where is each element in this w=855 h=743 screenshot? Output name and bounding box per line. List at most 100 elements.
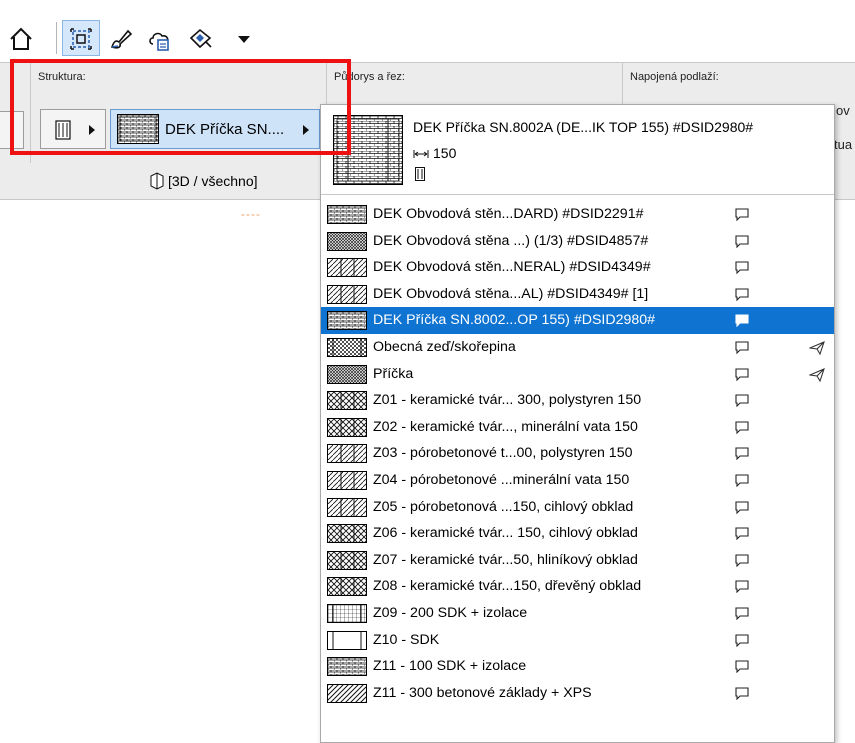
structure-list-item[interactable]: DEK Obvodová stěna...AL) #DSID4349# [1] [321, 281, 834, 308]
dash-marker: ---- [241, 207, 261, 221]
structure-item-label: Z10 - SDK [373, 631, 440, 648]
comment-icon[interactable] [735, 235, 749, 248]
structure-swatch-icon [327, 603, 367, 623]
structure-item-label: Z05 - pórobetonová ...150, cihlový obkla… [373, 498, 634, 515]
comment-icon[interactable] [735, 314, 749, 328]
structure-item-label: Z11 - 100 SDK + izolace [373, 658, 527, 675]
structure-item-label: Z07 - keramické tvár...50, hliníkový obk… [373, 551, 638, 568]
structure-list-item[interactable]: Obecná zeď/skořepina [321, 334, 834, 361]
top-toolbar [0, 0, 855, 62]
structure-item-label: Z06 - keramické tvár... 150, cihlový obk… [373, 525, 638, 542]
structure-list-item[interactable]: Z06 - keramické tvár... 150, cihlový obk… [321, 520, 834, 547]
pin-icon[interactable] [809, 340, 825, 355]
structure-list-item[interactable]: Z03 - pórobetonové t...00, polystyren 15… [321, 440, 834, 467]
structure-list-item[interactable]: Z09 - 200 SDK + izolace [321, 600, 834, 627]
structure-swatch-icon [327, 337, 367, 357]
comment-icon[interactable] [735, 447, 749, 461]
column-divider [30, 63, 31, 163]
structure-swatch-icon [327, 550, 367, 570]
structure-list-item[interactable]: Z07 - keramické tvár...50, hliníkový obk… [321, 547, 834, 574]
layer-diamond-icon[interactable] [188, 26, 214, 52]
structure-swatch-icon [327, 470, 367, 490]
structure-swatch-icon [327, 444, 367, 464]
pudorys-label: Půdorys a řez: [334, 71, 405, 83]
structure-swatch-icon [327, 231, 367, 251]
comment-icon[interactable] [735, 607, 749, 620]
selected-structure-label: DEK Příčka SN.... [165, 121, 285, 138]
pin-icon[interactable] [809, 367, 825, 382]
structure-item-label: Z03 - pórobetonové t...00, polystyren 15… [373, 445, 633, 462]
chevron-right-icon [89, 125, 95, 135]
structure-swatch-icon [327, 258, 367, 278]
structure-item-label: DEK Obvodová stěn...DARD) #DSID2291# [373, 206, 644, 222]
comment-icon[interactable] [735, 261, 749, 275]
comment-icon[interactable] [735, 288, 749, 301]
structure-item-label: Z01 - keramické tvár... 300, polystyren … [373, 392, 642, 409]
dropdown-title: DEK Příčka SN.8002A (DE...IK TOP 155) #D… [413, 119, 754, 135]
structure-swatch-icon [327, 657, 367, 677]
napojena-label: Napojená podlaží: [630, 71, 719, 83]
wall-type-button[interactable] [40, 109, 106, 149]
structure-list-item[interactable]: Z05 - pórobetonová ...150, cihlový obkla… [321, 494, 834, 521]
structure-swatch-icon [327, 524, 367, 544]
structure-item-label: Z04 - pórobetonové ...minerální vata 150 [373, 471, 630, 488]
structure-item-label: Příčka [373, 365, 414, 382]
selection-frame-icon[interactable] [68, 26, 94, 52]
structure-list-item[interactable]: Z11 - 100 SDK + izolace [321, 653, 834, 680]
dropdown-header: DEK Příčka SN.8002A (DE...IK TOP 155) #D… [321, 105, 834, 195]
brush-icon[interactable] [108, 26, 134, 52]
comment-icon[interactable] [735, 580, 749, 594]
structure-swatch-icon [327, 417, 367, 437]
comment-icon[interactable] [735, 660, 749, 674]
structure-list-item[interactable]: Příčka [321, 361, 834, 388]
structure-list-item[interactable]: Z10 - SDK [321, 627, 834, 654]
structure-list-item[interactable]: Z01 - keramické tvár... 300, polystyren … [321, 387, 834, 414]
dropdown-arrow-icon[interactable] [232, 26, 258, 52]
home-icon[interactable] [8, 26, 34, 52]
structure-item-label: DEK Obvodová stěn...NERAL) #DSID4349# [373, 259, 651, 276]
structure-list-item[interactable]: Z02 - keramické tvár..., minerální vata … [321, 414, 834, 441]
cloud-doc-icon[interactable] [146, 26, 172, 52]
structure-swatch-icon [327, 284, 367, 304]
structure-item-label: Obecná zeď/skořepina [373, 338, 516, 355]
structure-list-item[interactable]: DEK Obvodová stěn...NERAL) #DSID4349# [321, 254, 834, 281]
structure-list-item[interactable]: Z11 - 300 betonové základy + XPS [321, 680, 834, 707]
comment-icon[interactable] [735, 687, 749, 700]
edge-text-bottom: tua [834, 137, 853, 152]
comment-icon[interactable] [735, 554, 749, 567]
structure-swatch-icon [117, 114, 159, 144]
structure-list-item[interactable]: DEK Příčka SN.8002...OP 155) #DSID2980# [321, 307, 834, 334]
comment-icon[interactable] [735, 421, 749, 434]
structure-list: DEK Obvodová stěn...DARD) #DSID2291# DEK … [321, 201, 834, 707]
structure-list-item[interactable]: Z08 - keramické tvár...150, dřevěný obkl… [321, 573, 834, 600]
chevron-right-icon [303, 125, 309, 135]
comment-icon[interactable] [735, 633, 749, 647]
structure-swatch-icon [327, 497, 367, 517]
cube-view-icon [150, 172, 164, 190]
comment-icon[interactable] [735, 527, 749, 541]
comment-icon[interactable] [735, 368, 749, 381]
thickness-value: 150 [413, 145, 456, 161]
wall-icon [55, 120, 71, 140]
comment-icon[interactable] [735, 500, 749, 514]
structure-list-item[interactable]: Z04 - pórobetonové ...minerální vata 150 [321, 467, 834, 494]
left-partial-button[interactable] [0, 111, 24, 149]
structure-list-item[interactable]: DEK Obvodová stěna ...) (1/3) #DSID4857# [321, 228, 834, 255]
comment-icon[interactable] [735, 208, 749, 221]
structure-swatch-icon [327, 205, 367, 224]
comment-icon[interactable] [735, 341, 749, 354]
toolbar-separator [56, 22, 57, 54]
selected-structure-preview-icon [333, 115, 403, 185]
thickness-icon [413, 149, 429, 159]
structure-list-item[interactable]: DEK Obvodová stěn...DARD) #DSID2291# [321, 201, 834, 228]
structure-swatch-icon [327, 630, 367, 650]
comment-icon[interactable] [735, 394, 749, 408]
view-label[interactable]: [3D / všechno] [168, 173, 258, 189]
structure-selector-button[interactable]: DEK Příčka SN.... [110, 109, 320, 149]
structure-swatch-icon [327, 364, 367, 384]
structure-item-label: Z02 - keramické tvár..., minerální vata … [373, 418, 638, 435]
comment-icon[interactable] [735, 474, 749, 487]
structure-swatch-icon [327, 311, 367, 331]
structure-item-label: Z08 - keramické tvár...150, dřevěný obkl… [373, 578, 642, 595]
struktura-label: Struktura: [38, 71, 86, 83]
